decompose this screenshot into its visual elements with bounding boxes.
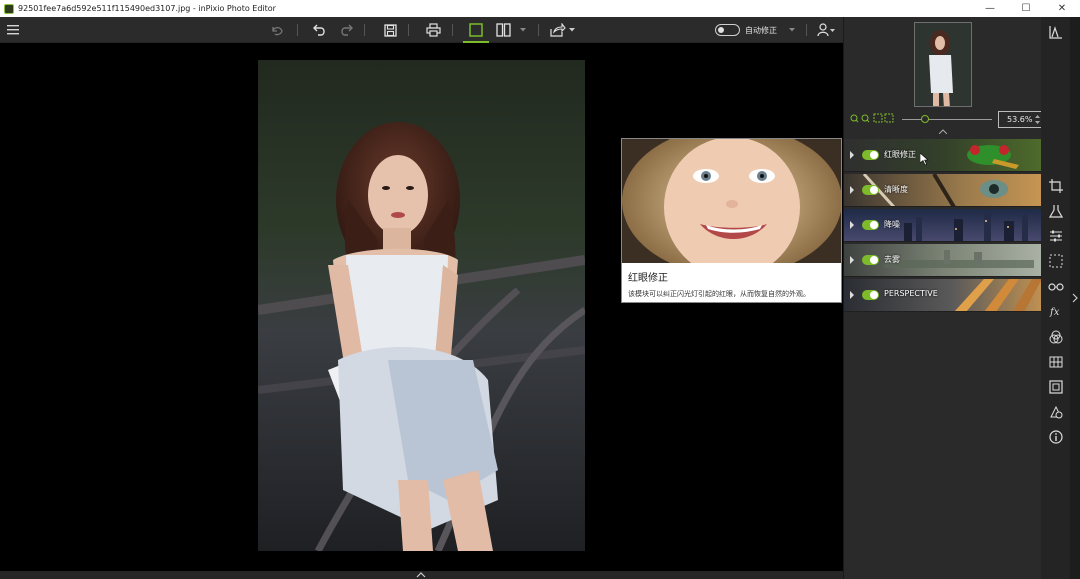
erase-shapes-icon[interactable]	[1047, 403, 1064, 420]
tooltip-description: 该模块可以纠正闪光灯引起的红眼，从而恢复自然的外观。	[628, 290, 810, 298]
save-icon[interactable]	[381, 21, 399, 39]
mouse-cursor-icon	[920, 153, 929, 166]
lab-flask-icon[interactable]	[1047, 202, 1064, 219]
selection-icon[interactable]	[1047, 252, 1064, 269]
undo-icon[interactable]	[311, 21, 329, 39]
split-view-icon[interactable]	[494, 21, 512, 39]
svg-text:fx: fx	[1049, 307, 1060, 318]
title-bar: 92501fee7a6d592e511f115490ed3107.jpg - i…	[0, 0, 1080, 17]
module-clarity[interactable]: 清晰度	[844, 174, 1042, 207]
fx-icon[interactable]: fx	[1047, 302, 1064, 319]
module-label: 清晰度	[884, 185, 908, 194]
glasses-icon[interactable]	[1047, 277, 1064, 294]
undo-all-icon[interactable]	[268, 21, 286, 39]
module-tooltip: 红眼修正 该模块可以纠正闪光灯引起的红眼，从而恢复自然的外观。	[621, 138, 842, 303]
chevron-down-icon[interactable]	[514, 21, 532, 39]
zoom-slider-track[interactable]	[902, 119, 992, 120]
zoom-slider-knob[interactable]	[920, 115, 929, 123]
collapse-chevron-icon[interactable]	[939, 129, 947, 134]
zoom-controls: 53.6%	[850, 111, 1044, 128]
auto-fix-toggle[interactable]: 自动修正	[715, 23, 795, 37]
frame-icon[interactable]	[1047, 378, 1064, 395]
edited-photo	[258, 60, 585, 551]
tooltip-preview-image	[622, 139, 841, 263]
adjustment-panel: 53.6% 红眼修正 清晰度 降噪 去雾 PERSPECTIVE	[843, 17, 1044, 579]
navigator-thumbnail[interactable]	[914, 22, 972, 107]
module-toggle[interactable]	[862, 255, 879, 265]
share-dropdown-icon[interactable]	[563, 21, 581, 39]
module-toggle[interactable]	[862, 220, 879, 230]
auto-fix-chevron-icon[interactable]	[789, 28, 795, 32]
info-icon[interactable]	[1047, 428, 1064, 445]
module-noise-reduction[interactable]: 降噪	[844, 209, 1042, 242]
module-toggle[interactable]	[862, 150, 879, 160]
maximize-button[interactable]: ☐	[1008, 0, 1044, 17]
texture-grid-icon[interactable]	[1047, 353, 1064, 370]
auto-fix-label: 自动修正	[745, 25, 777, 35]
module-label: 红眼修正	[884, 150, 916, 159]
window-title: 92501fee7a6d592e511f115490ed3107.jpg - i…	[18, 4, 276, 13]
panel-edge	[1070, 17, 1080, 579]
crop-icon[interactable]	[1047, 177, 1064, 194]
filmstrip-bar[interactable]	[0, 571, 843, 579]
zoom-tools-icon[interactable]	[850, 113, 894, 125]
module-label: 降噪	[884, 220, 900, 229]
chevron-up-icon[interactable]	[416, 572, 426, 578]
user-icon[interactable]	[817, 21, 835, 39]
module-dehaze[interactable]: 去雾	[844, 244, 1042, 277]
close-button[interactable]: ✕	[1044, 0, 1080, 17]
histogram-icon[interactable]	[1047, 23, 1064, 40]
single-view-icon[interactable]	[467, 21, 485, 39]
vertical-toolbar: fx	[1041, 17, 1070, 579]
tooltip-title: 红眼修正	[628, 273, 668, 284]
hamburger-menu-icon[interactable]	[4, 21, 22, 39]
adjust-sliders-icon[interactable]	[1047, 227, 1064, 244]
zoom-value-field[interactable]: 53.6%	[998, 111, 1044, 128]
module-red-eye[interactable]: 红眼修正	[844, 139, 1042, 172]
chevron-right-icon[interactable]	[1072, 293, 1078, 303]
module-label: PERSPECTIVE	[884, 289, 938, 298]
app-logo-icon	[4, 3, 14, 14]
print-icon[interactable]	[424, 21, 442, 39]
module-label: 去雾	[884, 255, 900, 264]
image-canvas[interactable]	[0, 43, 843, 571]
minimize-button[interactable]: —	[972, 0, 1008, 17]
module-perspective[interactable]: PERSPECTIVE	[844, 279, 1042, 312]
auto-fix-switch[interactable]	[715, 24, 740, 36]
redo-icon[interactable]	[337, 21, 355, 39]
module-toggle[interactable]	[862, 185, 879, 195]
module-toggle[interactable]	[862, 290, 879, 300]
color-filter-icon[interactable]	[1047, 328, 1064, 345]
